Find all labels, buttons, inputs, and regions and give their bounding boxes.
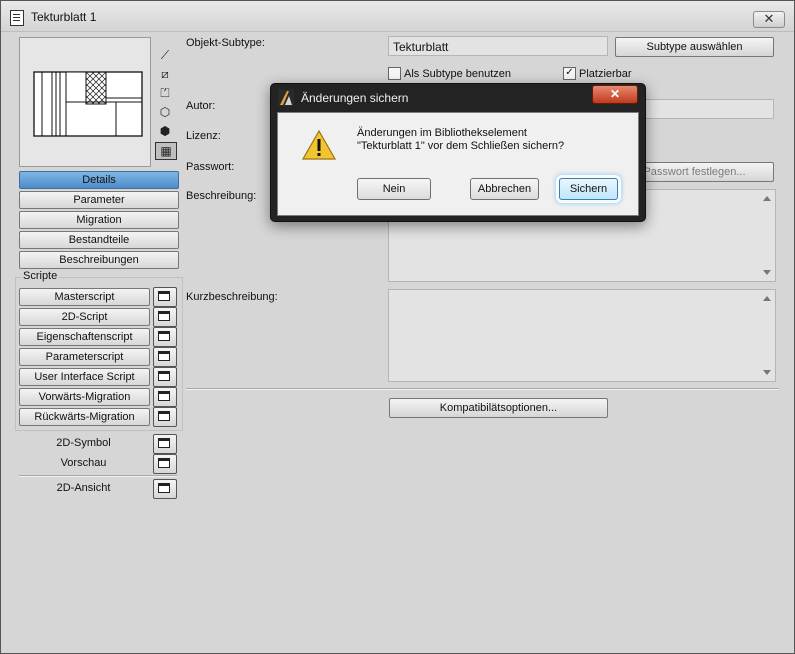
nav-beschreibungen-button[interactable]: Beschreibungen (19, 251, 179, 269)
open-window-icon[interactable] (153, 454, 177, 474)
preview-drawing (33, 71, 143, 137)
open-window-icon[interactable] (153, 307, 177, 327)
open-window-icon[interactable] (153, 407, 177, 427)
2d-script-button[interactable]: 2D-Script (19, 308, 150, 326)
user-interface-script-button[interactable]: User Interface Script (19, 368, 150, 386)
dialog-message: Änderungen im Bibliothekselement "Tektur… (357, 127, 564, 153)
elevation-icon[interactable]: ⏍ (155, 85, 175, 101)
2d-symbol-label: 2D-Symbol (56, 437, 111, 449)
nein-button[interactable]: Nein (357, 178, 431, 200)
dialog-body: Änderungen im Bibliothekselement "Tektur… (277, 112, 639, 216)
eigenschaftenscript-button[interactable]: Eigenschaftenscript (19, 328, 150, 346)
kurzbeschreibung-label: Kurzbeschreibung: (186, 291, 278, 303)
nav-bestandteile-button[interactable]: Bestandteile (19, 231, 179, 249)
scripts-group-label: Scripte (21, 270, 60, 282)
subtype-label: Objekt-Subtype: (186, 37, 265, 49)
subtype-field: Tekturblatt (388, 36, 608, 56)
rueckwaerts-migration-button[interactable]: Rückwärts-Migration (19, 408, 150, 426)
beschreibung-scrollbar[interactable] (761, 190, 775, 281)
kurzbeschreibung-textarea[interactable] (388, 289, 776, 382)
library-part-icon (10, 10, 24, 26)
masterscript-button[interactable]: Masterscript (19, 288, 150, 306)
platzierbar-checkbox[interactable]: ✓ (563, 67, 576, 80)
kurzbeschreibung-scrollbar[interactable] (761, 290, 775, 381)
save-changes-dialog: Änderungen sichern ✕ Änderungen im Bibli… (270, 83, 646, 222)
open-window-icon[interactable] (153, 387, 177, 407)
preview-pane (19, 37, 151, 167)
nav-details-button[interactable]: Details (19, 171, 179, 189)
dialog-message-line2: "Tekturblatt 1" vor dem Schließen sicher… (357, 140, 565, 152)
open-window-icon[interactable] (153, 367, 177, 387)
als-subtype-checkbox[interactable] (388, 67, 401, 80)
autor-label: Autor: (186, 100, 216, 112)
platzierbar-label: Platzierbar (579, 68, 632, 80)
warning-icon (302, 130, 336, 160)
sichern-button[interactable]: Sichern (559, 178, 618, 200)
open-window-icon[interactable] (153, 479, 177, 499)
vorwaerts-migration-button[interactable]: Vorwärts-Migration (19, 388, 150, 406)
open-window-icon[interactable] (153, 347, 177, 367)
3d-solid-icon[interactable]: ⬢ (155, 123, 175, 139)
dialog-title: Änderungen sichern (301, 91, 409, 105)
archicad-logo-svg (280, 91, 292, 105)
3d-wire-icon[interactable]: ⬡ (155, 104, 175, 120)
open-window-icon[interactable] (153, 434, 177, 454)
open-window-icon[interactable] (153, 327, 177, 347)
window-close-button[interactable]: ✕ (753, 11, 785, 28)
window-title: Tekturblatt 1 (31, 10, 97, 24)
kompatibilitaetsoptionen-button[interactable]: Kompatibilätsoptionen... (389, 398, 608, 418)
als-subtype-label: Als Subtype benutzen (404, 68, 512, 80)
abbrechen-button[interactable]: Abbrechen (470, 178, 539, 200)
dialog-message-line1: Änderungen im Bibliothekselement (357, 127, 527, 139)
nav-parameter-button[interactable]: Parameter (19, 191, 179, 209)
divider (19, 475, 177, 477)
texture-icon[interactable]: ▦ (155, 142, 177, 160)
window-titlebar: Tekturblatt 1 ✕ (1, 1, 794, 32)
divider (186, 388, 779, 390)
subtype-select-button[interactable]: Subtype auswählen (615, 37, 774, 57)
beschreibung-label: Beschreibung: (186, 190, 257, 202)
archicad-logo-icon (278, 89, 294, 106)
vorschau-label: Vorschau (60, 457, 107, 469)
lizenz-label: Lizenz: (186, 130, 221, 142)
axonometric-icon[interactable]: ⟋ (155, 47, 175, 63)
plan-icon[interactable]: ⧄ (155, 66, 175, 82)
dialog-close-button[interactable]: ✕ (592, 85, 638, 104)
passwort-label: Passwort: (186, 161, 235, 173)
open-window-icon[interactable] (153, 287, 177, 307)
2d-ansicht-label: 2D-Ansicht (56, 482, 111, 494)
nav-migration-button[interactable]: Migration (19, 211, 179, 229)
parameterscript-button[interactable]: Parameterscript (19, 348, 150, 366)
